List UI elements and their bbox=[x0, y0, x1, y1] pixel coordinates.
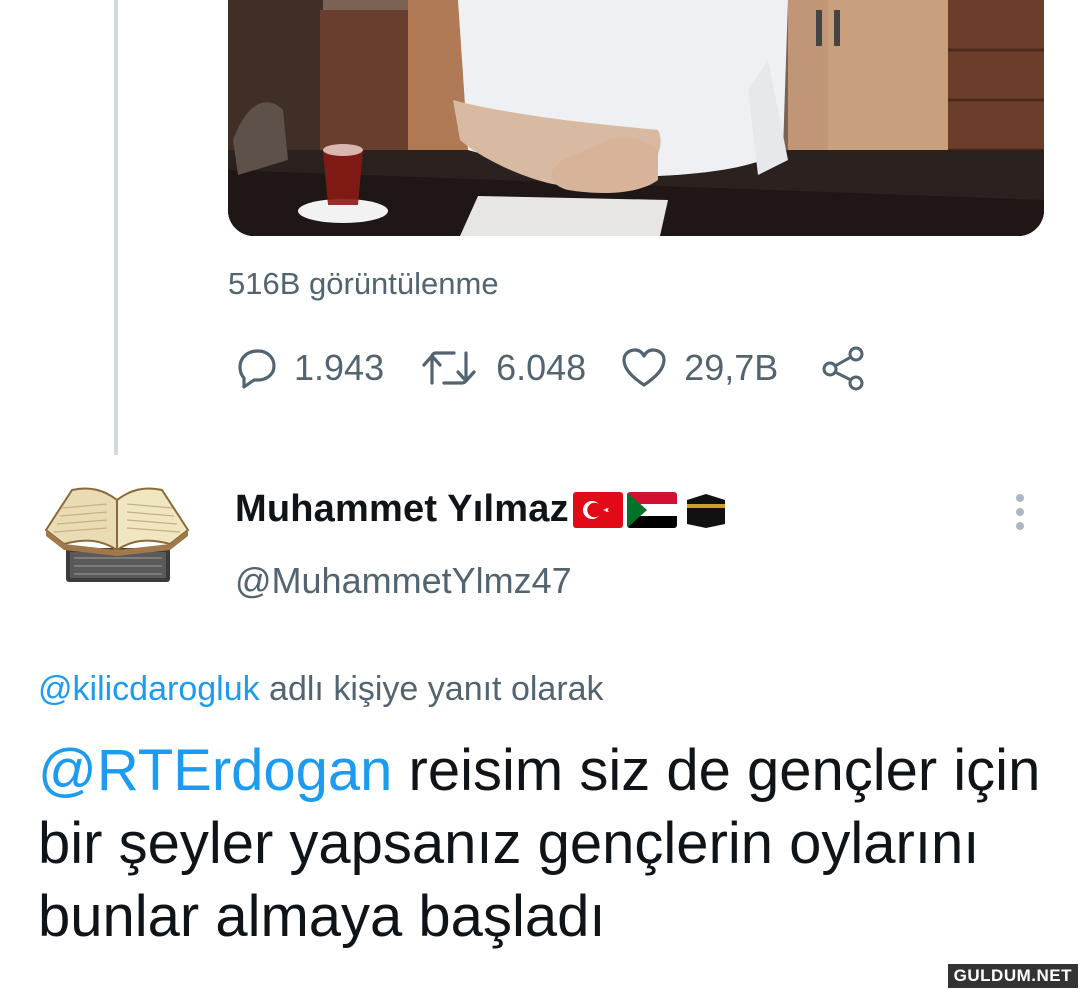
thread-connector-line bbox=[114, 0, 118, 455]
reply-context: @kilicdarogluk adlı kişiye yanıt olarak bbox=[38, 670, 604, 709]
like-count: 29,7B bbox=[684, 347, 779, 388]
user-handle[interactable]: @MuhammetYlmz47 bbox=[235, 560, 572, 602]
more-dots-icon bbox=[1016, 494, 1024, 530]
retweet-icon bbox=[422, 351, 476, 385]
video-thumbnail[interactable] bbox=[228, 0, 1044, 236]
kaaba-icon bbox=[680, 491, 731, 528]
tweet-actions-bar: 1.943 6.048 29,7B bbox=[232, 342, 918, 394]
share-button[interactable] bbox=[820, 345, 884, 391]
reply-icon bbox=[238, 349, 276, 389]
reply-button[interactable]: 1.943 bbox=[232, 347, 384, 389]
tweet-text: @RTErdogan reisim siz de gençler için bi… bbox=[38, 734, 1048, 953]
share-icon bbox=[822, 346, 864, 391]
like-icon bbox=[622, 348, 666, 387]
retweet-count: 6.048 bbox=[496, 347, 587, 388]
tweet-mention[interactable]: @RTErdogan bbox=[38, 738, 392, 803]
sudan-flag-icon bbox=[626, 491, 677, 528]
display-name[interactable]: Muhammet Yılmaz bbox=[235, 488, 569, 531]
more-options-button[interactable] bbox=[1008, 490, 1032, 534]
quran-book-icon bbox=[44, 487, 190, 582]
reply-context-text: adlı kişiye yanıt olarak bbox=[259, 670, 604, 708]
avatar[interactable] bbox=[42, 478, 192, 590]
view-count: 516B görüntülenme bbox=[228, 266, 499, 301]
turkey-flag-icon bbox=[572, 491, 623, 528]
user-name-row[interactable]: Muhammet Yılmaz bbox=[235, 488, 731, 531]
like-button[interactable]: 29,7B bbox=[620, 347, 778, 389]
watermark: GULDUM.NET bbox=[947, 964, 1078, 988]
reply-count: 1.943 bbox=[294, 347, 385, 388]
replied-to-mention[interactable]: @kilicdarogluk bbox=[38, 670, 260, 708]
retweet-button[interactable]: 6.048 bbox=[418, 347, 586, 389]
